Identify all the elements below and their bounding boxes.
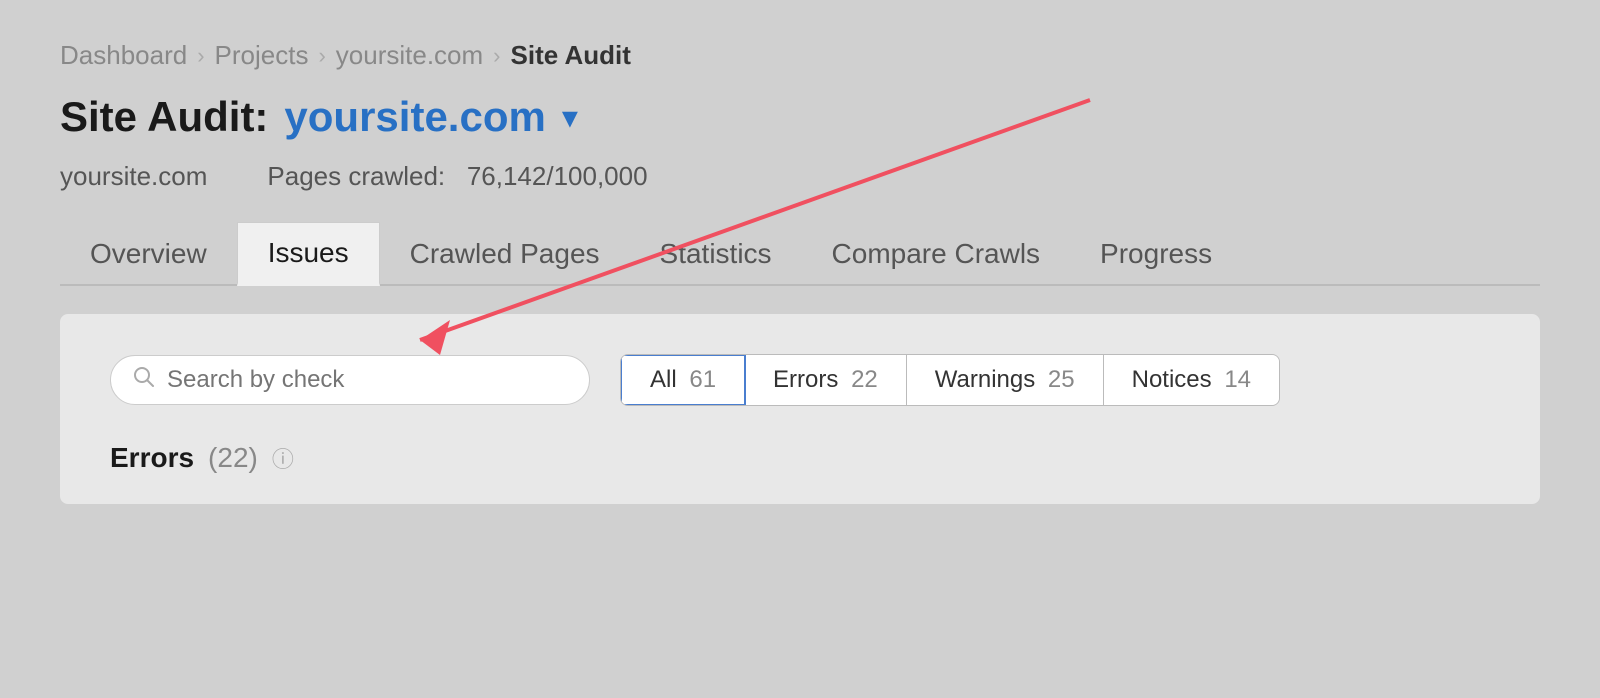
filter-buttons: All 61 Errors 22 Warnings 25 Notices 14 [620, 354, 1280, 406]
breadcrumb-dashboard[interactable]: Dashboard [60, 40, 187, 71]
breadcrumb-sep-1: › [197, 43, 204, 69]
info-icon[interactable]: ⓘ [272, 442, 294, 474]
page-title-label: Site Audit: [60, 93, 268, 141]
breadcrumb-site-audit: Site Audit [511, 40, 631, 71]
filter-warnings-count: 25 [1048, 366, 1075, 393]
filter-warnings[interactable]: Warnings 25 [907, 355, 1104, 405]
filter-all[interactable]: All 61 [620, 354, 746, 406]
filter-notices[interactable]: Notices 14 [1104, 355, 1279, 405]
page-wrapper: Dashboard › Projects › yoursite.com › Si… [0, 0, 1600, 698]
filter-row: All 61 Errors 22 Warnings 25 Notices 14 [110, 354, 1490, 406]
breadcrumb: Dashboard › Projects › yoursite.com › Si… [60, 40, 1540, 71]
tab-issues[interactable]: Issues [237, 222, 380, 286]
search-icon [133, 366, 155, 394]
filter-notices-count: 14 [1224, 366, 1251, 393]
filter-errors-count: 22 [851, 366, 878, 393]
chevron-down-icon[interactable]: ▾ [562, 98, 578, 136]
site-selector[interactable]: yoursite.com [284, 93, 545, 141]
breadcrumb-sep-3: › [493, 43, 500, 69]
filter-warnings-label: Warnings [935, 366, 1035, 393]
filter-errors-label: Errors [773, 366, 838, 393]
search-box[interactable] [110, 355, 590, 405]
breadcrumb-site[interactable]: yoursite.com [336, 40, 483, 71]
errors-label: Errors [110, 442, 194, 474]
filter-all-count: 61 [689, 366, 716, 393]
pages-crawled-value: 76,142/100,000 [467, 161, 648, 191]
nav-tabs: Overview Issues Crawled Pages Statistics… [60, 222, 1540, 286]
breadcrumb-sep-2: › [318, 43, 325, 69]
tab-compare-crawls[interactable]: Compare Crawls [802, 224, 1071, 284]
title-row: Site Audit: yoursite.com ▾ [60, 93, 1540, 141]
errors-count: (22) [208, 442, 258, 474]
errors-section: Errors (22) ⓘ [110, 442, 1490, 474]
content-area: All 61 Errors 22 Warnings 25 Notices 14 [60, 314, 1540, 504]
pages-crawled: Pages crawled: 76,142/100,000 [267, 161, 647, 192]
breadcrumb-projects[interactable]: Projects [215, 40, 309, 71]
search-input[interactable] [167, 366, 567, 394]
filter-all-label: All [650, 366, 677, 393]
subtitle-row: yoursite.com Pages crawled: 76,142/100,0… [60, 161, 1540, 192]
pages-crawled-label: Pages crawled: [267, 161, 445, 191]
subtitle-site: yoursite.com [60, 161, 207, 192]
tab-crawled-pages[interactable]: Crawled Pages [380, 224, 630, 284]
tab-overview[interactable]: Overview [60, 224, 237, 284]
tab-progress[interactable]: Progress [1070, 224, 1242, 284]
filter-notices-label: Notices [1132, 366, 1212, 393]
tab-statistics[interactable]: Statistics [630, 224, 802, 284]
filter-errors[interactable]: Errors 22 [745, 355, 907, 405]
